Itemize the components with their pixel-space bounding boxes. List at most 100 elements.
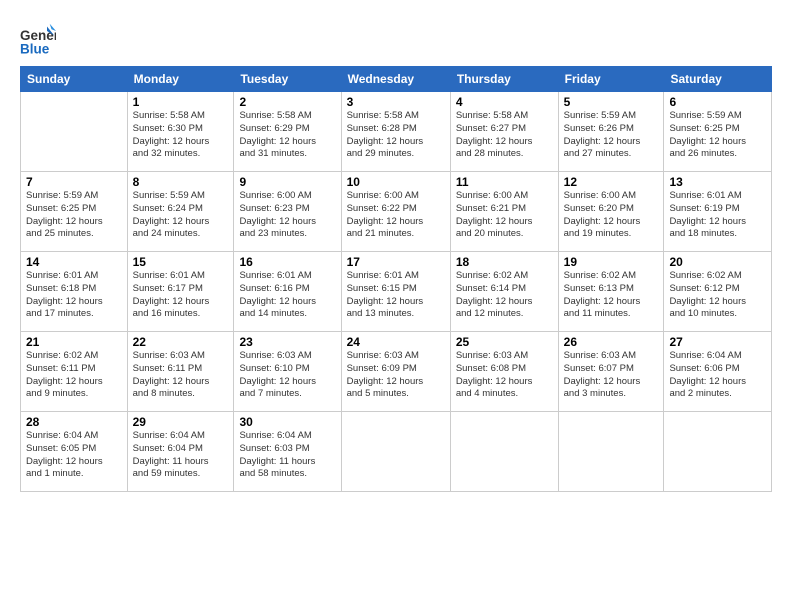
day-number: 11 [456,175,553,189]
weekday-header-saturday: Saturday [664,67,772,92]
day-number: 28 [26,415,122,429]
day-detail: Sunrise: 6:01 AM Sunset: 6:15 PM Dayligh… [347,270,445,321]
day-number: 1 [133,95,229,109]
calendar-cell: 23Sunrise: 6:03 AM Sunset: 6:10 PM Dayli… [234,332,341,412]
day-detail: Sunrise: 5:58 AM Sunset: 6:28 PM Dayligh… [347,110,445,161]
day-number: 6 [669,95,766,109]
weekday-header-sunday: Sunday [21,67,128,92]
calendar-cell: 27Sunrise: 6:04 AM Sunset: 6:06 PM Dayli… [664,332,772,412]
day-number: 15 [133,255,229,269]
day-detail: Sunrise: 6:00 AM Sunset: 6:20 PM Dayligh… [564,190,659,241]
day-detail: Sunrise: 6:00 AM Sunset: 6:22 PM Dayligh… [347,190,445,241]
day-detail: Sunrise: 6:04 AM Sunset: 6:05 PM Dayligh… [26,430,122,481]
day-detail: Sunrise: 5:59 AM Sunset: 6:24 PM Dayligh… [133,190,229,241]
day-detail: Sunrise: 6:00 AM Sunset: 6:21 PM Dayligh… [456,190,553,241]
day-number: 4 [456,95,553,109]
day-number: 23 [239,335,335,349]
day-number: 16 [239,255,335,269]
calendar-cell [664,412,772,492]
calendar-cell [341,412,450,492]
day-number: 26 [564,335,659,349]
day-number: 14 [26,255,122,269]
day-detail: Sunrise: 6:01 AM Sunset: 6:19 PM Dayligh… [669,190,766,241]
day-detail: Sunrise: 6:02 AM Sunset: 6:12 PM Dayligh… [669,270,766,321]
calendar-cell: 9Sunrise: 6:00 AM Sunset: 6:23 PM Daylig… [234,172,341,252]
calendar-cell [21,92,128,172]
day-number: 27 [669,335,766,349]
day-number: 5 [564,95,659,109]
day-number: 19 [564,255,659,269]
day-detail: Sunrise: 6:04 AM Sunset: 6:06 PM Dayligh… [669,350,766,401]
calendar-cell: 21Sunrise: 6:02 AM Sunset: 6:11 PM Dayli… [21,332,128,412]
calendar-week-row: 1Sunrise: 5:58 AM Sunset: 6:30 PM Daylig… [21,92,772,172]
day-detail: Sunrise: 6:03 AM Sunset: 6:10 PM Dayligh… [239,350,335,401]
day-detail: Sunrise: 5:59 AM Sunset: 6:25 PM Dayligh… [669,110,766,161]
calendar-cell: 17Sunrise: 6:01 AM Sunset: 6:15 PM Dayli… [341,252,450,332]
calendar-cell: 29Sunrise: 6:04 AM Sunset: 6:04 PM Dayli… [127,412,234,492]
calendar-cell: 5Sunrise: 5:59 AM Sunset: 6:26 PM Daylig… [558,92,664,172]
day-number: 10 [347,175,445,189]
weekday-header-friday: Friday [558,67,664,92]
day-detail: Sunrise: 5:59 AM Sunset: 6:26 PM Dayligh… [564,110,659,161]
calendar-cell: 6Sunrise: 5:59 AM Sunset: 6:25 PM Daylig… [664,92,772,172]
day-detail: Sunrise: 6:01 AM Sunset: 6:18 PM Dayligh… [26,270,122,321]
calendar-cell: 11Sunrise: 6:00 AM Sunset: 6:21 PM Dayli… [450,172,558,252]
calendar-cell: 26Sunrise: 6:03 AM Sunset: 6:07 PM Dayli… [558,332,664,412]
calendar-cell: 10Sunrise: 6:00 AM Sunset: 6:22 PM Dayli… [341,172,450,252]
calendar-cell: 20Sunrise: 6:02 AM Sunset: 6:12 PM Dayli… [664,252,772,332]
day-number: 30 [239,415,335,429]
day-number: 25 [456,335,553,349]
day-detail: Sunrise: 6:03 AM Sunset: 6:07 PM Dayligh… [564,350,659,401]
calendar-cell: 14Sunrise: 6:01 AM Sunset: 6:18 PM Dayli… [21,252,128,332]
calendar-week-row: 14Sunrise: 6:01 AM Sunset: 6:18 PM Dayli… [21,252,772,332]
day-number: 2 [239,95,335,109]
day-detail: Sunrise: 6:03 AM Sunset: 6:08 PM Dayligh… [456,350,553,401]
calendar-cell: 2Sunrise: 5:58 AM Sunset: 6:29 PM Daylig… [234,92,341,172]
day-number: 13 [669,175,766,189]
day-detail: Sunrise: 5:58 AM Sunset: 6:29 PM Dayligh… [239,110,335,161]
day-number: 7 [26,175,122,189]
calendar-cell: 13Sunrise: 6:01 AM Sunset: 6:19 PM Dayli… [664,172,772,252]
day-detail: Sunrise: 6:02 AM Sunset: 6:11 PM Dayligh… [26,350,122,401]
day-number: 8 [133,175,229,189]
day-number: 3 [347,95,445,109]
calendar-cell: 12Sunrise: 6:00 AM Sunset: 6:20 PM Dayli… [558,172,664,252]
calendar-cell: 25Sunrise: 6:03 AM Sunset: 6:08 PM Dayli… [450,332,558,412]
calendar-cell: 19Sunrise: 6:02 AM Sunset: 6:13 PM Dayli… [558,252,664,332]
day-number: 22 [133,335,229,349]
logo: General Blue [20,22,56,58]
calendar-cell: 7Sunrise: 5:59 AM Sunset: 6:25 PM Daylig… [21,172,128,252]
day-number: 21 [26,335,122,349]
page: General Blue SundayMondayTuesdayWednesda… [0,0,792,612]
day-detail: Sunrise: 6:03 AM Sunset: 6:09 PM Dayligh… [347,350,445,401]
weekday-header-thursday: Thursday [450,67,558,92]
day-detail: Sunrise: 5:58 AM Sunset: 6:27 PM Dayligh… [456,110,553,161]
day-detail: Sunrise: 5:59 AM Sunset: 6:25 PM Dayligh… [26,190,122,241]
calendar-cell: 16Sunrise: 6:01 AM Sunset: 6:16 PM Dayli… [234,252,341,332]
calendar-week-row: 28Sunrise: 6:04 AM Sunset: 6:05 PM Dayli… [21,412,772,492]
calendar-cell: 4Sunrise: 5:58 AM Sunset: 6:27 PM Daylig… [450,92,558,172]
calendar-cell: 30Sunrise: 6:04 AM Sunset: 6:03 PM Dayli… [234,412,341,492]
calendar-cell: 1Sunrise: 5:58 AM Sunset: 6:30 PM Daylig… [127,92,234,172]
day-detail: Sunrise: 6:01 AM Sunset: 6:16 PM Dayligh… [239,270,335,321]
calendar-cell: 28Sunrise: 6:04 AM Sunset: 6:05 PM Dayli… [21,412,128,492]
calendar-cell: 15Sunrise: 6:01 AM Sunset: 6:17 PM Dayli… [127,252,234,332]
day-number: 20 [669,255,766,269]
calendar-cell: 24Sunrise: 6:03 AM Sunset: 6:09 PM Dayli… [341,332,450,412]
calendar-cell: 8Sunrise: 5:59 AM Sunset: 6:24 PM Daylig… [127,172,234,252]
svg-text:Blue: Blue [20,42,50,57]
weekday-header-row: SundayMondayTuesdayWednesdayThursdayFrid… [21,67,772,92]
calendar-week-row: 7Sunrise: 5:59 AM Sunset: 6:25 PM Daylig… [21,172,772,252]
calendar-cell: 18Sunrise: 6:02 AM Sunset: 6:14 PM Dayli… [450,252,558,332]
day-number: 17 [347,255,445,269]
weekday-header-monday: Monday [127,67,234,92]
weekday-header-wednesday: Wednesday [341,67,450,92]
header: General Blue [20,18,772,58]
weekday-header-tuesday: Tuesday [234,67,341,92]
day-detail: Sunrise: 6:00 AM Sunset: 6:23 PM Dayligh… [239,190,335,241]
calendar-cell [450,412,558,492]
calendar-table: SundayMondayTuesdayWednesdayThursdayFrid… [20,66,772,492]
day-detail: Sunrise: 6:04 AM Sunset: 6:03 PM Dayligh… [239,430,335,481]
day-detail: Sunrise: 6:04 AM Sunset: 6:04 PM Dayligh… [133,430,229,481]
logo-icon: General Blue [20,22,56,58]
